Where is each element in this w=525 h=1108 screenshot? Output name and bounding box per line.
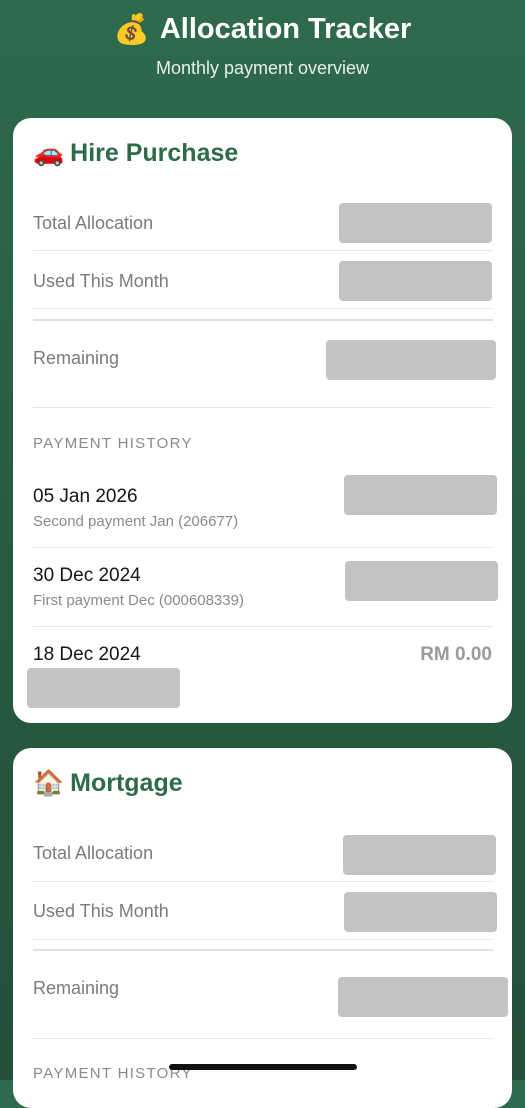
divider-thick (33, 319, 493, 321)
total-allocation-value-redacted (339, 203, 492, 243)
payment-amount-redacted (344, 475, 497, 515)
used-this-month-value-redacted (344, 892, 497, 932)
total-allocation-label: Total Allocation (33, 213, 154, 233)
used-this-month-label: Used This Month (33, 901, 169, 921)
payment-description: Second payment Jan (206677) (33, 513, 239, 530)
payment-date: 05 Jan 2026 (33, 486, 138, 507)
remaining-label: Remaining (33, 348, 120, 368)
payment-amount: RM 0.00 (420, 644, 492, 665)
remaining-value-redacted (338, 977, 508, 1017)
payment-date: 30 Dec 2024 (33, 565, 141, 586)
remaining-label: Remaining (33, 978, 120, 998)
divider (33, 939, 493, 940)
divider (33, 547, 493, 548)
used-this-month-value-redacted (339, 261, 492, 301)
total-allocation-value-redacted (343, 835, 496, 875)
hire-purchase-card: 🚗 Hire Purchase Total Allocation Used Th… (13, 118, 512, 723)
total-allocation-label: Total Allocation (33, 843, 154, 863)
app-subtitle: Monthly payment overview (155, 58, 370, 78)
divider-thick (33, 949, 493, 951)
payment-amount-redacted (345, 561, 498, 601)
home-indicator[interactable] (169, 1064, 357, 1070)
divider (33, 308, 493, 309)
divider (33, 881, 493, 882)
used-this-month-label: Used This Month (33, 271, 169, 291)
app-title-text: Allocation Tracker (159, 13, 412, 45)
payment-description: First payment Dec (000608339) (33, 592, 244, 609)
house-icon: 🏠 (33, 768, 65, 797)
card-title: 🏠 Mortgage (33, 768, 183, 798)
payment-date: 18 Dec 2024 (33, 644, 141, 665)
mortgage-card: 🏠 Mortgage Total Allocation Used This Mo… (13, 748, 512, 1108)
divider (33, 1038, 493, 1039)
divider (33, 626, 493, 627)
card-title: 🚗 Hire Purchase (33, 138, 238, 168)
money-bag-icon: 💰 (113, 12, 150, 46)
divider (33, 407, 493, 408)
card-title-text: Hire Purchase (70, 138, 239, 167)
payment-description-redacted (27, 668, 180, 708)
remaining-value-redacted (326, 340, 496, 380)
card-title-text: Mortgage (70, 768, 183, 797)
car-icon: 🚗 (33, 138, 65, 167)
app-title: 💰 Allocation Tracker (0, 12, 525, 47)
payment-history-label: PAYMENT HISTORY (33, 435, 193, 452)
divider (33, 250, 493, 251)
